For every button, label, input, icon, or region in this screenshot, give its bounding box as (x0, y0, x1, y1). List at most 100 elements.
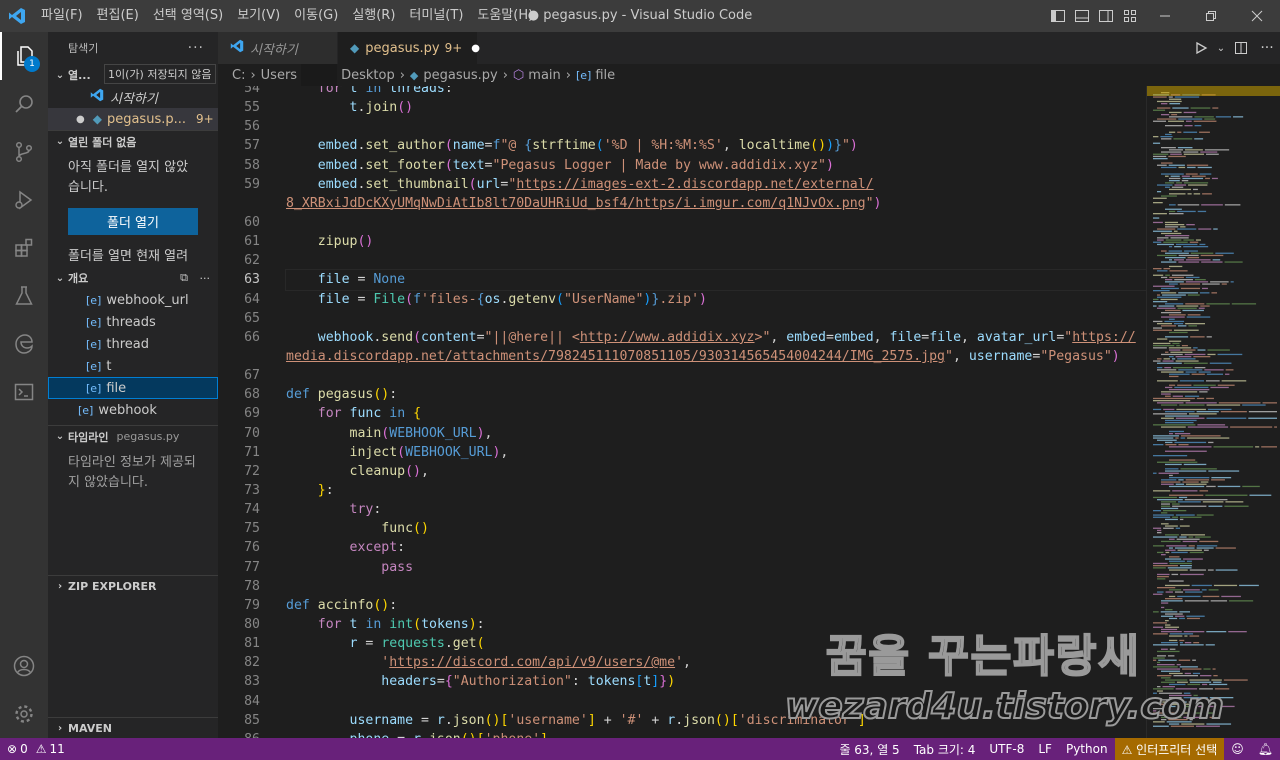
line-ending[interactable]: LF (1031, 738, 1059, 760)
minimap-line (1198, 228, 1212, 230)
minimap-line (1207, 349, 1230, 351)
outline-item[interactable]: [e] t (48, 355, 218, 377)
minimap-line (1169, 265, 1183, 268)
minimap-line (1166, 721, 1192, 723)
code-editor[interactable]: 54 55 56 57 58 59 60 61 62 63 64 65 66 67 68 69 70 71 72 73… (218, 86, 1146, 738)
tab-welcome[interactable]: 시작하기 (218, 32, 338, 64)
customize-layout-icon[interactable] (1119, 0, 1141, 32)
minimap-line (1169, 188, 1192, 191)
outline-item[interactable]: [e] threads (48, 311, 218, 333)
breadcrumb-symbol[interactable]: file (595, 68, 615, 83)
language-mode[interactable]: Python (1059, 738, 1115, 760)
minimize-button[interactable] (1142, 0, 1188, 32)
minimap[interactable] (1146, 86, 1280, 738)
feedback-icon[interactable]: ☺ (1224, 738, 1251, 760)
menu-selection[interactable]: 선택 영역(S) (146, 0, 230, 32)
minimap-line (1153, 496, 1177, 499)
edge-devtools-activity-button[interactable] (0, 320, 48, 368)
minimap-line (1206, 153, 1219, 155)
open-folder-button[interactable]: 폴더 열기 (68, 208, 198, 235)
problems-status[interactable]: ⊗ 0 ⚠ 11 (0, 738, 72, 760)
minimap-line (1153, 455, 1188, 457)
chevron-right-icon: › (502, 67, 508, 83)
code-line: def accinfo(): (286, 597, 398, 613)
menu-terminal[interactable]: 터미널(T) (402, 0, 470, 32)
outline-header[interactable]: ⌄ 개요 ⧉ ··· (48, 267, 218, 289)
toggle-panel-icon[interactable] (1071, 0, 1093, 32)
terminal-activity-button[interactable] (0, 368, 48, 416)
search-activity-button[interactable] (0, 80, 48, 128)
manage-activity-button[interactable] (0, 690, 48, 738)
extensions-activity-button[interactable] (0, 224, 48, 272)
menu-view[interactable]: 보기(V) (230, 0, 287, 32)
restore-button[interactable] (1188, 0, 1234, 32)
outline-item[interactable]: [e] webhook (48, 399, 218, 421)
minimap-line (1174, 386, 1209, 389)
minimap-line (1153, 536, 1178, 538)
explorer-activity-button[interactable]: 1 (0, 32, 48, 80)
sidebar-title: 탐색기 (68, 42, 99, 55)
chevron-down-icon[interactable]: ⌄ (1214, 32, 1228, 64)
collapse-all-icon[interactable]: ⧉ (180, 271, 188, 285)
minimap-line (1178, 479, 1184, 481)
minimap-line (1195, 725, 1220, 727)
tab-pegasus[interactable]: ◆ pegasus.py 9+ ● (338, 32, 480, 64)
toggle-sidebar-icon[interactable] (1047, 0, 1069, 32)
breadcrumb-users[interactable]: Users (261, 68, 297, 83)
unsaved-count-badge: 1 (24, 56, 40, 72)
zip-explorer-header[interactable]: › ZIP EXPLORER (48, 575, 218, 597)
more-actions-icon[interactable]: ··· (200, 272, 211, 285)
menu-file[interactable]: 파일(F) (34, 0, 90, 32)
breadcrumb-function[interactable]: main (528, 68, 560, 83)
outline-item[interactable]: [e] thread (48, 333, 218, 355)
menu-help[interactable]: 도움말(H) (470, 0, 540, 32)
interpreter-select[interactable]: ⚠ 인터프리터 선택 (1114, 738, 1225, 760)
minimap-line (1193, 712, 1214, 714)
minimap-line (1153, 230, 1172, 232)
menu-edit[interactable]: 편집(E) (90, 0, 146, 32)
minimap-line (1169, 210, 1176, 213)
minimap-line (1164, 320, 1185, 323)
outline-item[interactable]: [e] webhook_url (48, 289, 218, 311)
run-python-icon[interactable] (1188, 32, 1214, 64)
toggle-secondary-sidebar-icon[interactable] (1095, 0, 1117, 32)
minimap-line (1178, 118, 1203, 120)
close-window-button[interactable] (1234, 0, 1280, 32)
minimap-line (1153, 490, 1171, 492)
outline-item-selected[interactable]: [e] file (48, 377, 218, 399)
unsaved-dot-icon[interactable]: ● (471, 43, 480, 54)
breadcrumb-file[interactable]: pegasus.py (423, 68, 497, 83)
open-editors-header[interactable]: ⌄ 열... 1이(가) 저장되지 않음 (48, 64, 218, 86)
split-editor-icon[interactable] (1228, 32, 1254, 64)
run-debug-activity-button[interactable] (0, 176, 48, 224)
code-area[interactable]: for t in threads: t.join() embed.set_aut… (285, 86, 1146, 738)
breadcrumb-drive[interactable]: C: (232, 68, 245, 83)
tab-size[interactable]: Tab 크기: 4 (907, 738, 983, 760)
flask-icon (15, 286, 33, 305)
encoding[interactable]: UTF-8 (982, 738, 1031, 760)
open-editor-item[interactable]: ● ◆ pegasus.p... 9+ (48, 108, 218, 130)
open-editor-item[interactable]: 시작하기 (48, 86, 218, 108)
source-control-activity-button[interactable] (0, 128, 48, 176)
testing-activity-button[interactable] (0, 272, 48, 320)
timeline-header[interactable]: ⌄ 타임라인 pegasus.py (48, 425, 218, 447)
minimap-line (1194, 279, 1206, 281)
menu-go[interactable]: 이동(G) (287, 0, 345, 32)
more-actions-icon[interactable]: ··· (188, 40, 204, 56)
gear-icon (15, 705, 33, 723)
more-actions-icon[interactable]: ··· (1254, 32, 1280, 64)
minimap-line (1169, 723, 1180, 725)
no-folder-header[interactable]: ⌄ 열린 폴더 없음 (48, 130, 218, 152)
line-number: 81 (244, 636, 260, 652)
maven-header[interactable]: › MAVEN (48, 717, 218, 738)
code-line: 'https://discord.com/api/v9/users/@me', (381, 655, 691, 671)
accounts-activity-button[interactable] (0, 642, 48, 690)
notifications-icon[interactable]: 🔔︎ (1251, 738, 1280, 760)
minimap-line (1161, 628, 1178, 631)
cursor-position[interactable]: 줄 63, 열 5 (832, 738, 906, 760)
menu-run[interactable]: 실행(R) (345, 0, 402, 32)
minimap-line (1165, 419, 1197, 422)
minimap-line (1179, 380, 1204, 382)
breadcrumb-desktop[interactable]: Desktop (341, 68, 395, 83)
minimap-line (1162, 701, 1169, 703)
